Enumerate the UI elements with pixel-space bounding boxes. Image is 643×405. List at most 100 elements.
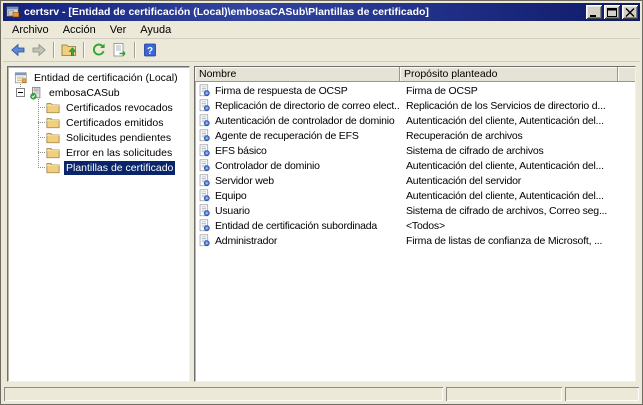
forward-arrow-icon	[31, 42, 47, 58]
main-area: Entidad de certificación (Local) embosaC…	[3, 62, 640, 385]
menu-ayuda[interactable]: Ayuda	[134, 22, 179, 38]
column-header-filler	[618, 67, 635, 82]
certificate-template-icon	[198, 144, 211, 157]
template-name: Servidor web	[215, 175, 274, 187]
menu-bar: Archivo Acción Ver Ayuda	[3, 21, 640, 39]
template-purpose: Replicación de los Servicios de director…	[400, 100, 618, 112]
certificate-template-icon	[198, 189, 211, 202]
refresh-button[interactable]	[88, 40, 109, 60]
template-purpose: <Todos>	[400, 220, 618, 232]
certificate-template-icon	[198, 114, 211, 127]
table-row[interactable]: Autenticación de controlador de dominio …	[195, 113, 635, 128]
menu-accion[interactable]: Acción	[57, 22, 104, 38]
minimize-button[interactable]	[586, 5, 602, 19]
tree-item-error-solicitudes[interactable]: Error en las solicitudes	[8, 145, 189, 160]
template-name: Usuario	[215, 205, 250, 217]
collapse-expander-icon[interactable]	[16, 88, 25, 97]
window-title: certsrv - [Entidad de certificación (Loc…	[24, 6, 582, 18]
certsrv-window: certsrv - [Entidad de certificación (Loc…	[0, 0, 643, 405]
table-row[interactable]: Replicación de directorio de correo elec…	[195, 98, 635, 113]
template-name: Equipo	[215, 190, 247, 202]
column-header-nombre[interactable]: Nombre	[195, 67, 400, 82]
table-row[interactable]: Firma de respuesta de OCSP Firma de OCSP	[195, 83, 635, 98]
template-name: Replicación de directorio de correo elec…	[215, 100, 400, 112]
tree-item-label: Entidad de certificación (Local)	[32, 71, 180, 85]
tree-item-solicitudes-pendientes[interactable]: Solicitudes pendientes	[8, 130, 189, 145]
back-button[interactable]	[7, 40, 28, 60]
status-section-main	[4, 387, 443, 401]
column-header-proposito[interactable]: Propósito planteado	[400, 67, 618, 82]
tree-item-root[interactable]: Entidad de certificación (Local)	[8, 70, 189, 85]
help-button[interactable]	[139, 40, 160, 60]
toolbar	[3, 39, 640, 62]
template-purpose: Autenticación del cliente, Autenticación…	[400, 115, 618, 127]
tree-item-label: Error en las solicitudes	[64, 146, 174, 160]
certificate-template-icon	[198, 174, 211, 187]
table-row[interactable]: Usuario Sistema de cifrado de archivos, …	[195, 203, 635, 218]
mmc-console-icon	[6, 5, 20, 19]
tree-item-label: embosaCASub	[47, 86, 122, 100]
template-name: Autenticación de controlador de dominio	[215, 115, 395, 127]
toolbar-separator	[53, 42, 54, 58]
export-list-icon	[112, 42, 128, 58]
certificate-template-icon	[198, 159, 211, 172]
minimize-icon	[589, 8, 599, 17]
tree-item-plantillas-certificado[interactable]: Plantillas de certificado	[8, 160, 189, 175]
forward-button[interactable]	[28, 40, 49, 60]
tree-item-ca[interactable]: embosaCASub	[8, 85, 189, 100]
certificate-template-icon	[198, 234, 211, 247]
close-icon	[625, 8, 635, 17]
menu-archivo[interactable]: Archivo	[6, 22, 57, 38]
folder-icon	[46, 146, 60, 160]
template-purpose: Autenticación del servidor	[400, 175, 618, 187]
folder-icon	[46, 161, 60, 175]
table-row[interactable]: Administrador Firma de listas de confian…	[195, 233, 635, 248]
template-name: EFS básico	[215, 145, 267, 157]
table-row[interactable]: EFS básico Sistema de cifrado de archivo…	[195, 143, 635, 158]
table-row[interactable]: Entidad de certificación subordinada <To…	[195, 218, 635, 233]
template-purpose: Autenticación del cliente, Autenticación…	[400, 160, 618, 172]
table-row[interactable]: Agente de recuperación de EFS Recuperaci…	[195, 128, 635, 143]
table-row[interactable]: Equipo Autenticación del cliente, Autent…	[195, 188, 635, 203]
status-section-right	[565, 387, 639, 401]
certificate-template-icon	[198, 129, 211, 142]
maximize-button[interactable]	[604, 5, 620, 19]
folder-icon	[46, 116, 60, 130]
refresh-icon	[91, 42, 107, 58]
tree-item-label-selected: Plantillas de certificado	[64, 161, 175, 175]
template-purpose: Firma de OCSP	[400, 85, 618, 97]
template-purpose: Sistema de cifrado de archivos, Correo s…	[400, 205, 618, 217]
template-purpose: Autenticación del cliente, Autenticación…	[400, 190, 618, 202]
certification-authority-icon	[14, 71, 28, 85]
template-name: Agente de recuperación de EFS	[215, 130, 359, 142]
tree-item-certificados-emitidos[interactable]: Certificados emitidos	[8, 115, 189, 130]
certificate-template-icon	[198, 219, 211, 232]
table-row[interactable]: Servidor web Autenticación del servidor	[195, 173, 635, 188]
help-icon	[142, 42, 158, 58]
template-name: Entidad de certificación subordinada	[215, 220, 377, 232]
tree-item-label: Certificados revocados	[64, 101, 175, 115]
menu-ver[interactable]: Ver	[104, 22, 135, 38]
close-button[interactable]	[622, 5, 638, 19]
template-list-panel: Nombre Propósito planteado Firma de resp…	[194, 66, 636, 382]
certificate-template-icon	[198, 204, 211, 217]
table-row[interactable]: Controlador de dominio Autenticación del…	[195, 158, 635, 173]
tree-item-certificados-revocados[interactable]: Certificados revocados	[8, 100, 189, 115]
ca-server-icon	[29, 86, 43, 100]
status-section-middle	[446, 387, 562, 401]
template-name: Administrador	[215, 235, 277, 247]
title-bar: certsrv - [Entidad de certificación (Loc…	[3, 3, 640, 21]
template-name: Firma de respuesta de OCSP	[215, 85, 348, 97]
status-bar	[3, 385, 640, 402]
template-purpose: Firma de listas de confianza de Microsof…	[400, 235, 618, 247]
template-purpose: Recuperación de archivos	[400, 130, 618, 142]
toolbar-separator	[83, 42, 84, 58]
up-one-level-button[interactable]	[58, 40, 79, 60]
template-name: Controlador de dominio	[215, 160, 320, 172]
certificate-template-icon	[198, 99, 211, 112]
tree-item-label: Solicitudes pendientes	[64, 131, 173, 145]
export-list-button[interactable]	[109, 40, 130, 60]
window-controls	[586, 5, 638, 19]
list-rows: Firma de respuesta de OCSP Firma de OCSP…	[195, 82, 635, 381]
back-arrow-icon	[10, 42, 26, 58]
